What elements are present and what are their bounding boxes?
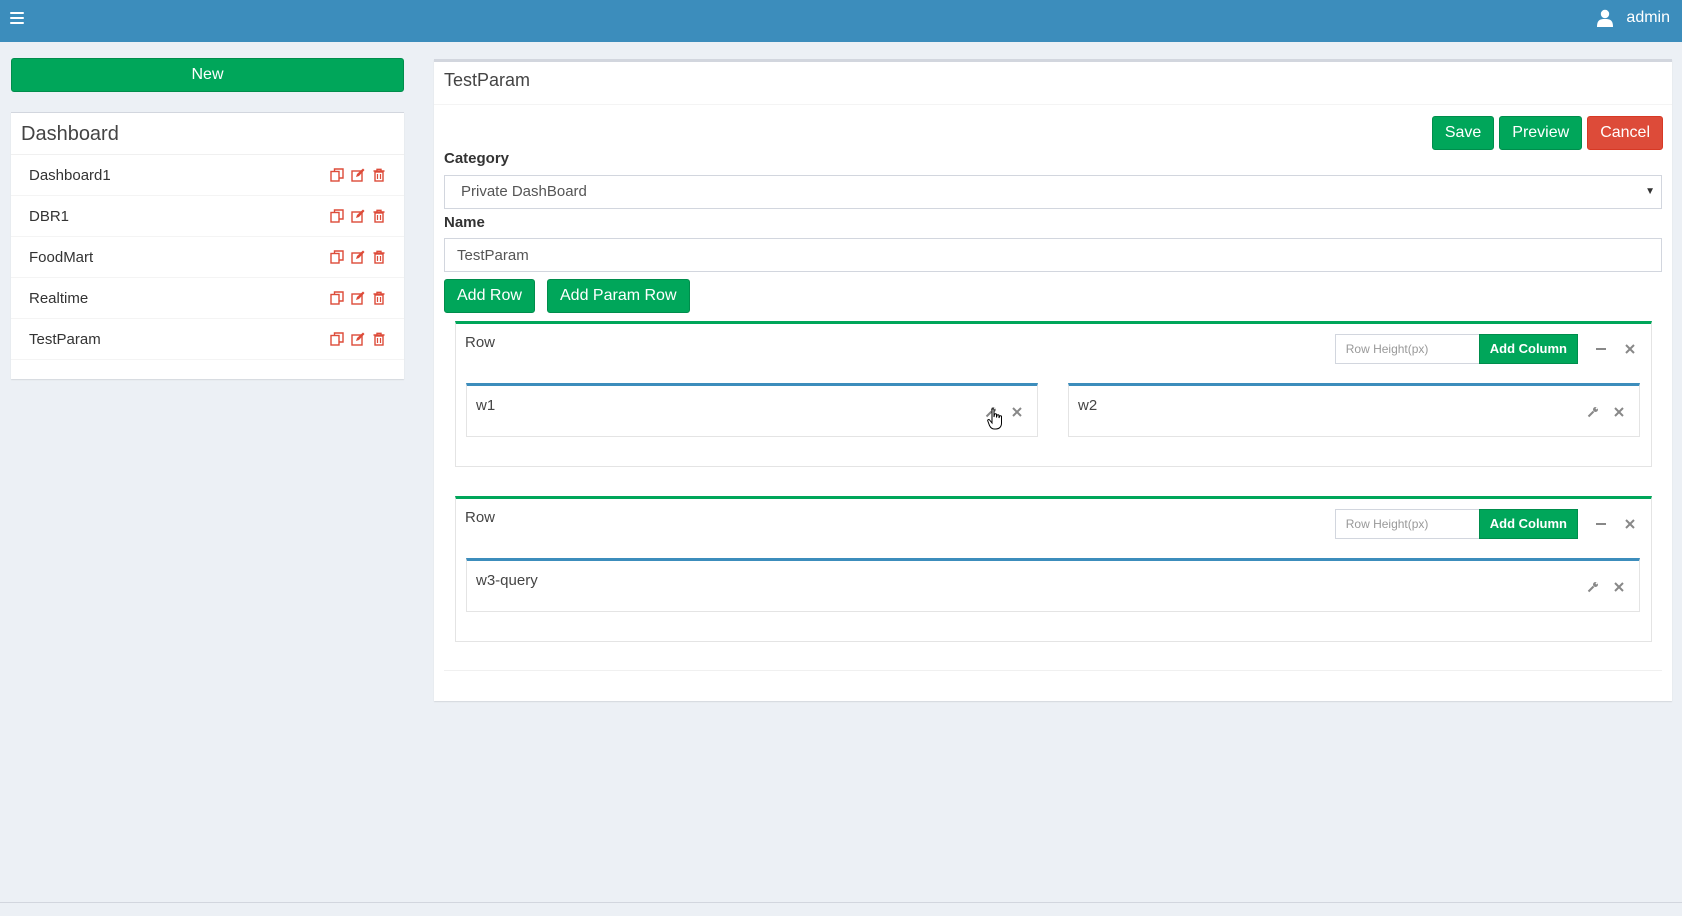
row-height-input[interactable]	[1334, 334, 1479, 364]
row-height-input[interactable]	[1334, 509, 1479, 539]
widget-box: w3-query	[466, 558, 1640, 612]
add-column-button[interactable]: Add Column	[1478, 334, 1578, 364]
add-param-row-button[interactable]: Add Param Row	[547, 279, 690, 313]
copy-icon[interactable]	[330, 332, 344, 346]
user-icon	[1597, 9, 1614, 27]
hamburger-icon[interactable]	[10, 12, 24, 24]
widget-label: w1	[476, 397, 496, 414]
user-name: admin	[1626, 9, 1670, 26]
edit-icon[interactable]	[351, 291, 365, 305]
widget-box: w1	[466, 383, 1038, 437]
widget-box: w2	[1068, 383, 1640, 437]
editor-actions: Save Preview Cancel	[1431, 116, 1663, 150]
add-row-button[interactable]: Add Row	[444, 279, 535, 313]
row-tools: Add Column	[1334, 509, 1636, 539]
close-icon[interactable]	[1613, 406, 1625, 418]
copy-icon[interactable]	[330, 250, 344, 264]
edit-icon[interactable]	[351, 250, 365, 264]
dashboard-row: Row Add Column w3-query	[455, 496, 1652, 642]
dashboard-list-item: Dashboard1	[11, 155, 404, 196]
edit-icon[interactable]	[351, 168, 365, 182]
row-label: Row	[465, 334, 496, 351]
trash-icon[interactable]	[372, 209, 386, 223]
category-select[interactable]: Private DashBoard ▼	[444, 175, 1662, 209]
dashboard-list-item: FoodMart	[11, 237, 404, 278]
row-tools: Add Column	[1334, 334, 1636, 364]
dashboard-list-item: Realtime	[11, 278, 404, 319]
name-input[interactable]	[444, 238, 1662, 272]
divider	[444, 670, 1662, 671]
new-dashboard-button[interactable]: New	[11, 58, 404, 92]
dashboard-list-panel: Dashboard Dashboard1 DBR1 FoodMart Realt…	[11, 112, 404, 379]
user-menu[interactable]: admin	[1597, 9, 1670, 27]
dropdown-arrow-icon: ▼	[1645, 186, 1655, 197]
trash-icon[interactable]	[372, 332, 386, 346]
copy-icon[interactable]	[330, 168, 344, 182]
trash-icon[interactable]	[372, 291, 386, 305]
dashboard-row: Row Add Column w1 w2	[455, 321, 1652, 467]
minus-icon[interactable]	[1595, 343, 1607, 355]
dashboard-item-label[interactable]: Dashboard1	[29, 167, 111, 184]
divider	[434, 104, 1672, 105]
save-button[interactable]: Save	[1431, 116, 1495, 150]
category-label: Category	[444, 150, 510, 167]
page-title: TestParam	[444, 70, 531, 90]
dashboard-item-label[interactable]: FoodMart	[29, 249, 93, 266]
preview-button[interactable]: Preview	[1499, 116, 1583, 150]
name-label: Name	[444, 214, 485, 231]
close-icon[interactable]	[1624, 518, 1636, 530]
trash-icon[interactable]	[372, 250, 386, 264]
widget-label: w2	[1078, 397, 1098, 414]
dashboard-list-item: TestParam	[11, 319, 404, 360]
widget-label: w3-query	[476, 572, 538, 589]
row-label: Row	[465, 509, 496, 526]
edit-icon[interactable]	[351, 332, 365, 346]
close-icon[interactable]	[1624, 343, 1636, 355]
cancel-button[interactable]: Cancel	[1587, 116, 1663, 150]
dashboard-list-item: DBR1	[11, 196, 404, 237]
top-navbar: admin	[0, 0, 1682, 42]
category-selected-value: Private DashBoard	[461, 183, 587, 200]
dashboard-editor-panel: TestParam Save Preview Cancel Category P…	[434, 59, 1672, 701]
dashboard-list-title: Dashboard	[11, 113, 404, 155]
dashboard-item-label[interactable]: TestParam	[29, 331, 101, 348]
wrench-icon[interactable]	[1587, 406, 1599, 418]
add-column-button[interactable]: Add Column	[1478, 509, 1578, 539]
trash-icon[interactable]	[372, 168, 386, 182]
close-icon[interactable]	[1011, 406, 1023, 418]
copy-icon[interactable]	[330, 209, 344, 223]
hand-cursor-icon	[987, 408, 1002, 430]
dashboard-item-label[interactable]: DBR1	[29, 208, 69, 225]
wrench-icon[interactable]	[1587, 581, 1599, 593]
dashboard-item-label[interactable]: Realtime	[29, 290, 88, 307]
edit-icon[interactable]	[351, 209, 365, 223]
minus-icon[interactable]	[1595, 518, 1607, 530]
close-icon[interactable]	[1613, 581, 1625, 593]
copy-icon[interactable]	[330, 291, 344, 305]
page-footer-divider	[0, 902, 1682, 903]
